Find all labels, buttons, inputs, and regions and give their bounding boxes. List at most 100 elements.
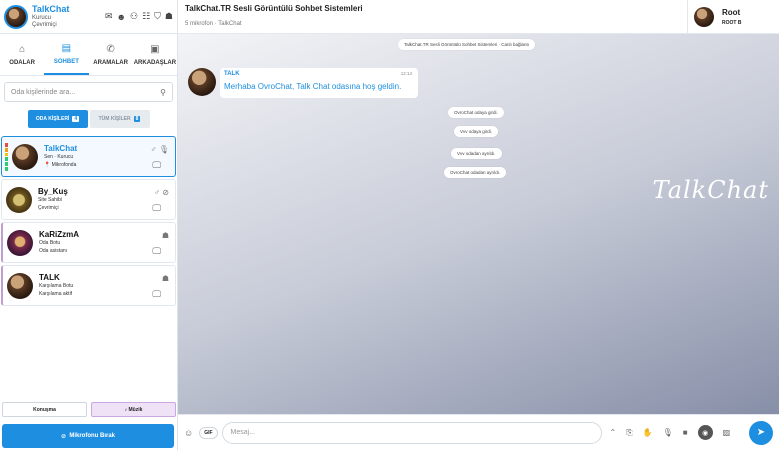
chat-icon: ▤	[61, 42, 72, 54]
my-badge: ROOT B	[722, 20, 742, 27]
camera-off-icon[interactable]: ◉	[697, 425, 713, 440]
app-window: TalkChat Kurucu Çevrimiçi ✉ ☻ ⚇ ☷ ⛉ ☗ ⌂ …	[0, 0, 779, 450]
user-role: Karşılama Botu	[39, 283, 74, 290]
user-card-karizzma[interactable]: KaRiZzmA Oda Botu Oda asistanı ☗ 🖵	[1, 222, 176, 263]
filter-all-label: TÜM KİŞİLER	[98, 116, 131, 122]
sidebar-header: TalkChat Kurucu Çevrimiçi ✉ ☻ ⚇ ☷ ⛉ ☗	[0, 0, 177, 34]
release-mic-label: Mikrofonu Bırak	[69, 433, 116, 439]
mic-icon[interactable]: 🎙	[663, 428, 673, 437]
search-input[interactable]: Oda kişilerinde ara... ⚲	[4, 82, 173, 102]
chat-message: TALK 12:14 Merhaba OvroChat, Talk Chat o…	[188, 68, 418, 98]
user-info: TalkChat Sen · Kurucu 📍 Mikrofonda	[44, 143, 78, 169]
composer-tools: ⌃ ⎘ ✋ 🎙 ■ ◉ ▨	[610, 425, 731, 440]
emoji-icon[interactable]: ☺	[184, 428, 193, 438]
mic-icon[interactable]: ♂ 🎙	[151, 145, 169, 154]
mic-muted-icon[interactable]: ♂ ⊘	[154, 188, 169, 197]
music-mode-button[interactable]: ♪ Müzik	[91, 402, 176, 417]
bot-icon[interactable]: ☗	[165, 11, 173, 22]
user-role: Site Sahibi	[38, 197, 62, 204]
event-pill: Vvv odaya girdi.	[454, 126, 499, 137]
user-status-text: Mikrofonda	[51, 161, 77, 168]
talk-mode-button[interactable]: Konuşma	[2, 402, 87, 417]
filter-room-label: ODA KİŞİLERİ	[35, 116, 70, 122]
image-icon[interactable]: ▨	[723, 428, 731, 437]
message-placeholder: Mesaj...	[230, 429, 256, 436]
filter-buttons: ODA KİŞİLERİ 4 TÜM KİŞİLER 8	[0, 110, 177, 128]
user-status: Oda asistanı	[39, 247, 68, 254]
monitor-icon[interactable]: 🖵	[152, 203, 161, 214]
chat-area: TalkChat.TR Sesli Görüntülü Sohbet Siste…	[178, 34, 779, 414]
user-card-bykus[interactable]: By_Kuş Site Sahibi Çevrimiçi ♂ ⊘ 🖵	[1, 179, 176, 220]
avatar	[6, 186, 32, 213]
current-user[interactable]: Root ROOT B	[687, 0, 779, 34]
sidebar-bottom: Konuşma ♪ Müzik ⊘ Mikrofonu Bırak	[0, 402, 178, 450]
user-card-talkchat[interactable]: TalkChat Sen · Kurucu 📍 Mikrofonda ♂ 🎙 🖵	[1, 136, 176, 177]
tab-arkadaslar[interactable]: ▣ ARKADAŞLAR	[133, 34, 177, 75]
message-bubble: TALK 12:14 Merhaba OvroChat, Talk Chat o…	[220, 68, 418, 98]
user-avatar[interactable]	[4, 4, 28, 29]
attach-icon[interactable]: ⎘	[626, 428, 632, 438]
video-icon[interactable]: ■	[683, 428, 688, 437]
monitor-icon[interactable]: 🖵	[152, 289, 161, 300]
user-status: Çevrimiçi	[38, 204, 59, 211]
filter-all-button[interactable]: TÜM KİŞİLER 8	[89, 110, 150, 128]
user-status: Karşılama aktif	[39, 290, 73, 297]
user-info: TALK Karşılama Botu Karşılama aktif	[39, 272, 74, 298]
mail-icon[interactable]: ✉	[105, 11, 113, 22]
release-mic-button[interactable]: ⊘ Mikrofonu Bırak	[2, 424, 174, 448]
tab-sohbet[interactable]: ▤ SOHBET	[44, 34, 89, 75]
group-icon[interactable]: ⚇	[130, 11, 138, 22]
message-sender: TALK	[224, 71, 240, 77]
tab-odalar[interactable]: ⌂ ODALAR	[0, 34, 44, 75]
user-role: Kurucu	[32, 15, 52, 21]
tab-label: ARAMALAR	[93, 59, 128, 66]
mic-level-meter	[5, 143, 8, 171]
room-title: TalkChat.TR Sesli Görüntülü Sohbet Siste…	[185, 4, 363, 13]
phone-icon: ✆	[106, 43, 115, 55]
header-icons: ✉ ☻ ⚇ ☷ ⛉ ☗	[105, 11, 173, 22]
user-info: KaRiZzmA Oda Botu Oda asistanı	[39, 229, 80, 255]
filter-all-count: 8	[133, 116, 141, 122]
user-info: TalkChat Kurucu Çevrimiçi	[32, 4, 70, 29]
message-avatar	[188, 68, 216, 96]
bot-icon: ☗	[161, 231, 169, 240]
settings-icon[interactable]: ☷	[142, 11, 150, 22]
user-list: TalkChat Sen · Kurucu 📍 Mikrofonda ♂ 🎙 🖵…	[1, 136, 176, 308]
user-name: TalkChat	[32, 4, 70, 14]
chevron-up-icon[interactable]: ⌃	[610, 428, 617, 437]
shield-icon[interactable]: ⛉	[154, 11, 161, 22]
watermark: TalkChat	[652, 176, 769, 204]
monitor-icon[interactable]: 🖵	[152, 246, 161, 257]
mode-buttons: Konuşma ♪ Müzik	[0, 402, 178, 417]
user-card-talk[interactable]: TALK Karşılama Botu Karşılama aktif ☗ 🖵	[1, 265, 176, 306]
user-status: 📍 Mikrofonda	[44, 161, 77, 168]
monitor-icon[interactable]: 🖵	[152, 160, 161, 171]
send-button[interactable]: ➤	[749, 420, 773, 445]
sidebar-tabs: ⌂ ODALAR ▤ SOHBET ✆ ARAMALAR ▣ ARKADAŞLA…	[0, 34, 177, 76]
hand-icon[interactable]: ✋	[643, 428, 653, 437]
message-time: 12:14	[400, 71, 412, 76]
user-name: TalkChat	[44, 143, 78, 153]
music-label: Müzik	[128, 406, 143, 413]
tab-label: SOHBET	[53, 58, 79, 65]
avatar	[7, 272, 33, 299]
avatar	[7, 229, 33, 256]
room-subtitle: 5 mikrofon · TalkChat	[185, 21, 242, 27]
gif-button[interactable]: GIF	[199, 426, 218, 439]
user-name: By_Kuş	[38, 186, 68, 196]
mic-off-icon: ⊘	[60, 433, 70, 440]
user-name: TALK	[39, 272, 60, 282]
filter-room-count: 4	[72, 116, 80, 122]
profile-icon[interactable]: ☻	[117, 12, 126, 22]
tab-aramalar[interactable]: ✆ ARAMALAR	[89, 34, 133, 75]
tab-label: ODALAR	[9, 59, 35, 66]
contacts-icon: ▣	[150, 43, 160, 55]
user-role: Oda Botu	[39, 240, 61, 247]
message-input[interactable]: Mesaj...	[221, 421, 602, 444]
system-banner: TalkChat.TR Sesli Görüntülü Sohbet Siste…	[398, 39, 536, 50]
user-name: KaRiZzmA	[39, 229, 80, 239]
avatar	[12, 143, 38, 170]
user-search-icon[interactable]: ⚲	[160, 88, 166, 97]
filter-room-button[interactable]: ODA KİŞİLERİ 4	[27, 110, 88, 128]
event-pill: OvroChat odadan ayrıldı.	[444, 167, 507, 178]
